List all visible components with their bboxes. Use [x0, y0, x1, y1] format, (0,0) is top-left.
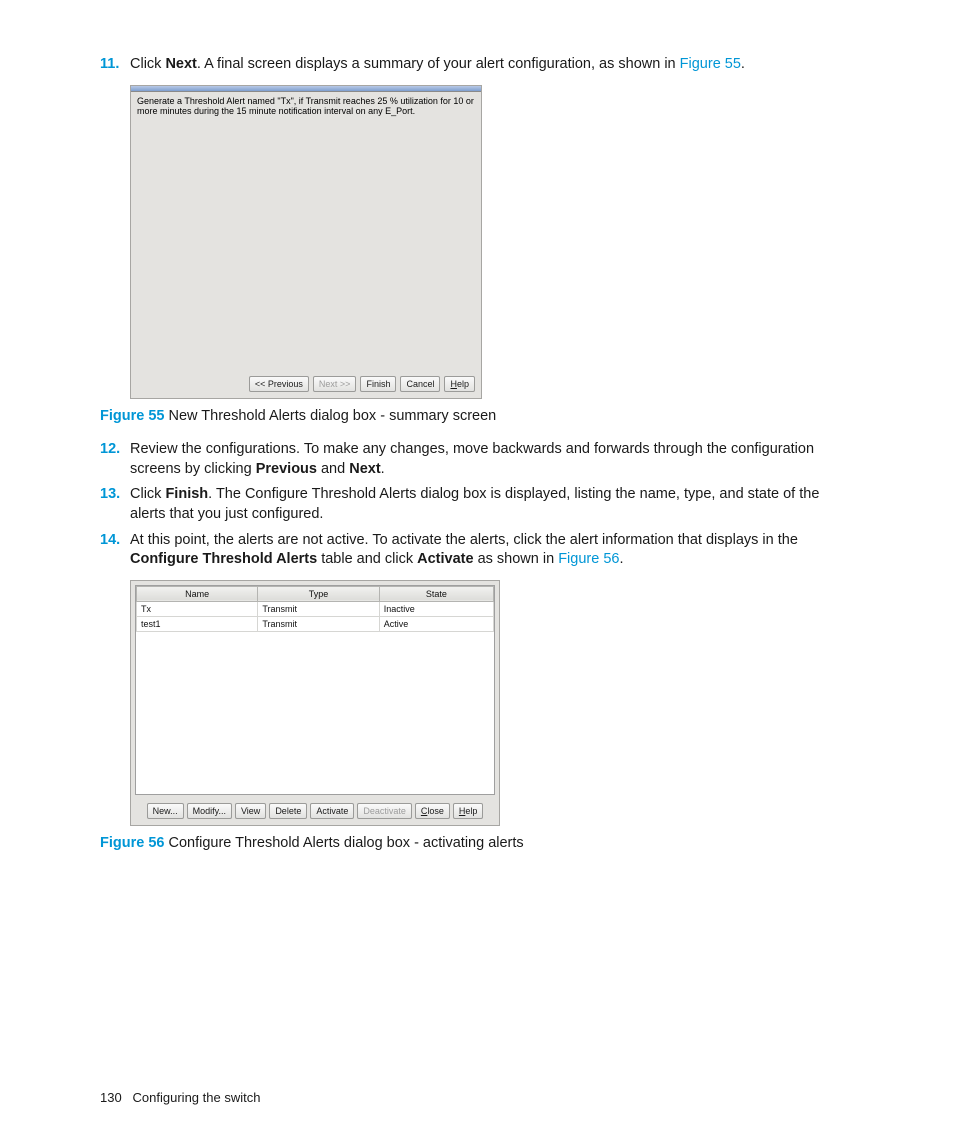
col-type[interactable]: Type	[258, 586, 379, 601]
step-text: At this point, the alerts are not active…	[130, 532, 798, 548]
col-name[interactable]: Name	[137, 586, 258, 601]
step-text: table and click	[317, 551, 417, 567]
view-button[interactable]: View	[235, 803, 266, 819]
cell-state: Inactive	[379, 601, 493, 616]
next-button: Next >>	[313, 376, 357, 392]
alerts-table-container: Name Type State Tx Transmit Inactive tes…	[135, 585, 495, 795]
page-number: 130	[100, 1090, 122, 1105]
deactivate-button: Deactivate	[357, 803, 412, 819]
ui-term-next: Next	[349, 461, 380, 477]
figure-caption-text: New Threshold Alerts dialog box - summar…	[164, 408, 496, 424]
step-13: 13. Click Finish. The Configure Threshol…	[100, 485, 854, 524]
help-button[interactable]: Help	[444, 376, 475, 392]
figure-56-caption: Figure 56 Configure Threshold Alerts dia…	[100, 834, 854, 854]
step-text: .	[381, 461, 385, 477]
step-12: 12. Review the configurations. To make a…	[100, 440, 854, 479]
step-text: and	[317, 461, 349, 477]
dialog-button-row: New... Modify... View Delete Activate De…	[131, 799, 499, 825]
step-11: 11. Click Next. A final screen displays …	[100, 55, 854, 399]
section-title: Configuring the switch	[133, 1090, 261, 1105]
figure-label: Figure 55	[100, 408, 164, 424]
step-number: 13.	[100, 485, 120, 505]
step-text: .	[741, 56, 745, 72]
step-text: . A final screen displays a summary of y…	[197, 56, 680, 72]
figure-label: Figure 56	[100, 835, 164, 851]
table-row[interactable]: Tx Transmit Inactive	[137, 601, 494, 616]
instruction-list-cont: 12. Review the configurations. To make a…	[100, 440, 854, 826]
step-text: . The Configure Threshold Alerts dialog …	[130, 486, 819, 522]
figure-caption-text: Configure Threshold Alerts dialog box - …	[164, 835, 523, 851]
new-button[interactable]: New...	[147, 803, 184, 819]
ui-term-table: Configure Threshold Alerts	[130, 551, 317, 567]
figure-55-caption: Figure 55 New Threshold Alerts dialog bo…	[100, 407, 854, 427]
alerts-table: Name Type State Tx Transmit Inactive tes…	[136, 586, 494, 632]
cell-type: Transmit	[258, 616, 379, 631]
cell-name: Tx	[137, 601, 258, 616]
instruction-list: 11. Click Next. A final screen displays …	[100, 55, 854, 399]
step-number: 11.	[100, 55, 119, 75]
dialog-button-row: << Previous Next >> Finish Cancel Help	[131, 372, 481, 398]
table-header-row: Name Type State	[137, 586, 494, 601]
cell-state: Active	[379, 616, 493, 631]
ui-term-next: Next	[165, 56, 196, 72]
cell-name: test1	[137, 616, 258, 631]
step-text: Review the configurations. To make any c…	[130, 441, 814, 477]
step-text: Click	[130, 486, 165, 502]
dialog-summary-text: Generate a Threshold Alert named "Tx", i…	[131, 92, 481, 372]
close-button[interactable]: Close	[415, 803, 450, 819]
link-figure-55[interactable]: Figure 55	[680, 56, 741, 72]
figure-56-dialog: Name Type State Tx Transmit Inactive tes…	[130, 580, 500, 826]
activate-button[interactable]: Activate	[310, 803, 354, 819]
step-number: 14.	[100, 531, 120, 551]
step-text: Click	[130, 56, 165, 72]
document-page: 11. Click Next. A final screen displays …	[0, 0, 954, 897]
delete-button[interactable]: Delete	[269, 803, 307, 819]
step-text: as shown in	[474, 551, 559, 567]
table-row[interactable]: test1 Transmit Active	[137, 616, 494, 631]
page-footer: 130 Configuring the switch	[100, 1089, 260, 1107]
ui-term-finish: Finish	[165, 486, 208, 502]
cancel-button[interactable]: Cancel	[400, 376, 440, 392]
help-button[interactable]: Help	[453, 803, 484, 819]
previous-button[interactable]: << Previous	[249, 376, 309, 392]
step-14: 14. At this point, the alerts are not ac…	[100, 531, 854, 826]
finish-button[interactable]: Finish	[360, 376, 396, 392]
figure-55-dialog: Generate a Threshold Alert named "Tx", i…	[130, 85, 482, 399]
col-state[interactable]: State	[379, 586, 493, 601]
modify-button[interactable]: Modify...	[187, 803, 232, 819]
cell-type: Transmit	[258, 601, 379, 616]
link-figure-56[interactable]: Figure 56	[558, 551, 619, 567]
step-number: 12.	[100, 440, 120, 460]
ui-term-activate: Activate	[417, 551, 473, 567]
step-text: .	[619, 551, 623, 567]
ui-term-previous: Previous	[256, 461, 317, 477]
